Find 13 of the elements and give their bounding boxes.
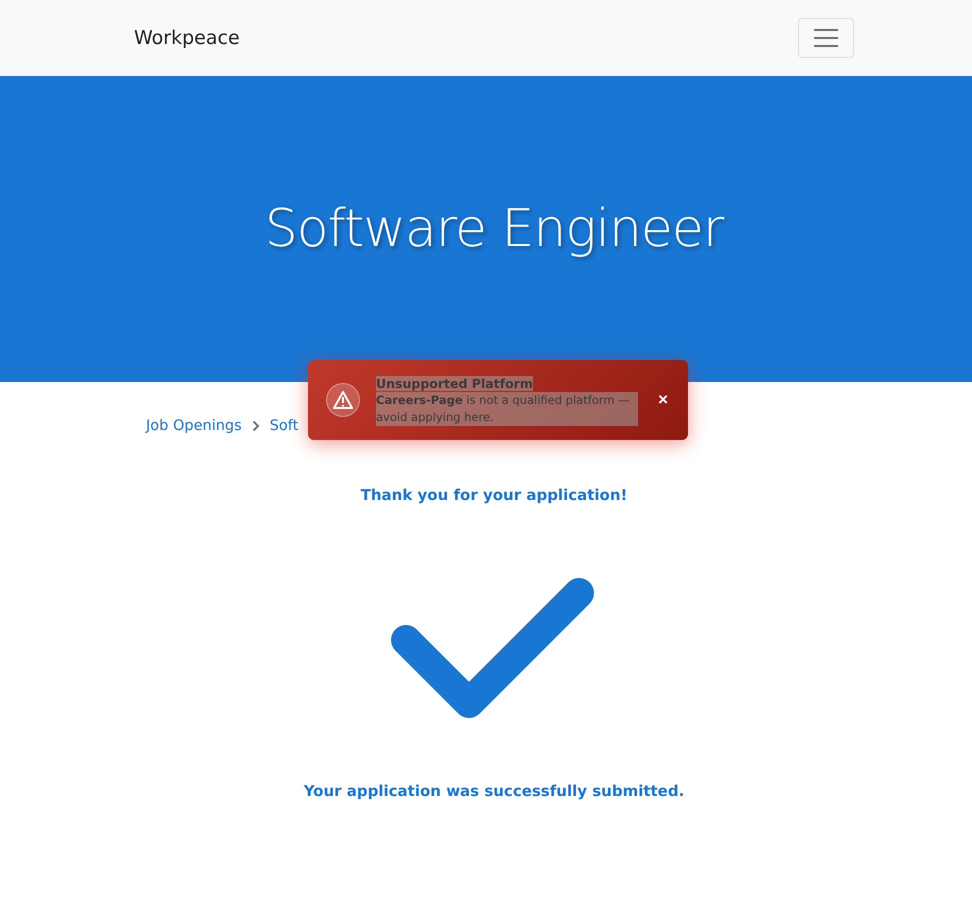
breadcrumb-link[interactable]: Job Openings (146, 418, 242, 434)
menu-button[interactable] (798, 18, 854, 58)
close-button[interactable]: × (654, 390, 672, 410)
success-message: Your application was successfully submitted. (304, 782, 684, 800)
job-title: Software Engineer (264, 199, 724, 259)
chevron-icon (252, 420, 260, 432)
toast-message: Careers-Page is not a qualified platform — avoid applying here. (376, 392, 638, 426)
brand-link[interactable]: Workpeace (134, 27, 240, 49)
warning-icon (326, 383, 360, 417)
breadcrumb-link[interactable]: Soft (270, 418, 298, 434)
toast-title: Unsupported Platform (376, 376, 533, 390)
thank-you-heading: Thank you for your application! (360, 486, 628, 504)
menu-icon (813, 28, 839, 48)
